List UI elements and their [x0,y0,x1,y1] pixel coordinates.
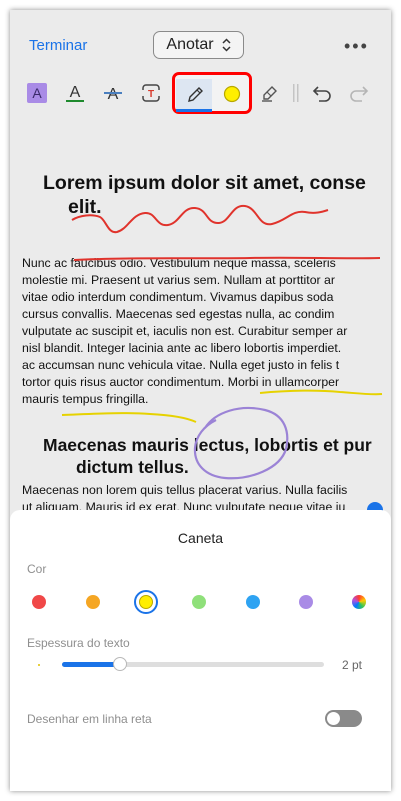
strikethrough-text-icon: A [104,86,122,103]
redo-button[interactable] [347,72,373,114]
svg-text:A: A [108,86,119,103]
thickness-slider-fill [62,662,120,667]
underline-text-icon: A [66,84,84,102]
highlight-text-tool[interactable]: A [23,72,51,114]
paragraph-line: cursus convallis. Maecenas sed egestas n… [22,307,335,321]
color-swatch-red[interactable] [32,595,46,609]
document-heading-1: Lorem ipsum dolor sit amet, conse [43,172,366,194]
ink-red-squiggle [71,204,329,234]
eraser-icon [262,86,277,102]
document-heading-1-cont: elit. [68,196,102,218]
pen-tool[interactable] [176,79,212,112]
pen-color-icon [223,85,241,103]
undo-button[interactable] [308,72,334,114]
color-swatch-yellow [139,595,153,609]
pen-tool-group [172,72,252,114]
paragraph-line: nisl blandit. Integer lacinia ante ac li… [22,341,342,355]
sheet-title: Caneta [177,530,224,546]
svg-text:A: A [32,85,42,101]
paragraph-line: vitae odio interdum condimentum. Vivamus… [22,290,334,304]
annotation-toolbar: A A A T [10,72,391,114]
strikethrough-text-tool[interactable]: A [99,72,127,114]
redo-icon [350,86,369,102]
svg-text:T: T [148,89,154,100]
text-box-icon: T [141,84,161,102]
document-heading-2-cont: dictum tellus. [76,457,189,477]
straight-line-toggle[interactable] [325,710,362,727]
color-label: Cor [27,562,47,576]
pdf-document-view[interactable]: Lorem ipsum dolor sit amet, conse elit. … [10,114,391,520]
paragraph-line: ac accumsan nunc vehicula vitae. Nulla e… [22,358,340,372]
paragraph-line: mauris tempus fringilla. [22,392,149,406]
color-swatch-green[interactable] [192,595,206,609]
eraser-tool[interactable] [258,72,282,114]
app-window: Terminar Anotar ••• A A A T Lorem ipsum … [10,10,391,791]
thickness-label: Espessura do texto [27,636,130,650]
pen-color-tool[interactable] [214,79,250,109]
chevron-up-down-icon [222,38,231,52]
thickness-preview-dot [38,664,40,666]
mode-dropdown-label: Anotar [166,36,214,53]
highlight-text-icon: A [27,83,47,103]
color-swatch-purple[interactable] [299,595,313,609]
svg-text:A: A [70,84,81,101]
undo-icon [312,86,331,102]
ink-yellow-underline-1 [259,389,383,396]
mode-dropdown[interactable]: Anotar [153,31,244,59]
paragraph-line: vulputate ac suscipit et, iaculis non es… [22,324,348,338]
paragraph-line: molestie mi. Praesent ut varius sem. Nul… [22,273,335,287]
text-box-tool[interactable]: T [137,72,165,114]
thickness-slider[interactable] [62,657,324,671]
underline-text-tool[interactable]: A [61,72,89,114]
color-swatch-yellow-selected[interactable] [134,590,158,614]
straight-line-label: Desenhar em linha reta [27,712,152,726]
color-swatch-orange[interactable] [86,595,100,609]
thickness-value: 2 pt [342,658,363,672]
color-swatch-blue[interactable] [246,595,260,609]
document-heading-2: Maecenas mauris lectus, lobortis et pur [43,435,372,455]
paragraph-line: tortor quis risus auctor condimentum. Mo… [22,375,340,389]
thickness-slider-thumb[interactable] [112,657,127,671]
ink-yellow-underline-2 [61,412,197,423]
done-button[interactable]: Terminar [29,37,87,54]
top-bar: Terminar Anotar ••• [10,10,391,72]
color-picker-multicolor-icon[interactable] [352,595,366,609]
more-options-icon[interactable]: ••• [344,36,369,57]
paragraph-line: Nunc ac faucibus odio. Vestibulum neque … [22,256,336,270]
pen-settings-sheet: Caneta Cor Espessura do texto 2 pt Desen… [10,510,391,791]
divider-icon [293,84,299,102]
paragraph-line: Maecenas non lorem quis tellus placerat … [22,483,348,497]
pen-icon [188,87,203,102]
toggle-knob [327,712,340,725]
